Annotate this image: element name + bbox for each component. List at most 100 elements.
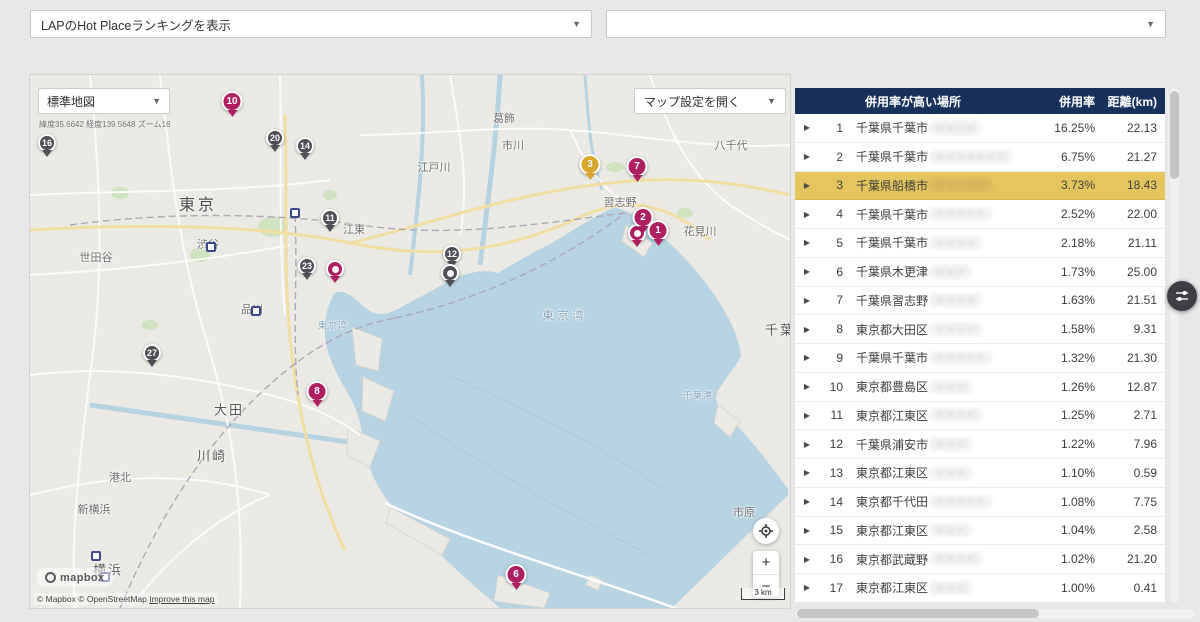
pin-marker-icon: 6: [506, 564, 527, 585]
row-distance: 7.75: [1095, 495, 1165, 509]
table-row[interactable]: ▶9千葉県千葉市〇〇〇〇〇〇1.32%21.30: [795, 344, 1165, 373]
table-row[interactable]: ▶11東京都江東区〇〇〇〇〇1.25%2.71: [795, 402, 1165, 431]
table-vertical-scrollbar[interactable]: [1170, 88, 1179, 603]
pin-marker-icon: 1: [648, 220, 669, 241]
table-row[interactable]: ▶14東京都千代田〇〇〇〇〇〇1.08%7.75: [795, 488, 1165, 517]
row-rate: 1.00%: [1031, 581, 1095, 595]
map-marker-16[interactable]: 16: [38, 134, 56, 157]
marker-tail: [632, 240, 642, 247]
row-expand-arrow[interactable]: ▶: [795, 267, 819, 276]
row-expand-arrow[interactable]: ▶: [795, 353, 819, 362]
table-row[interactable]: ▶16東京都武蔵野〇〇〇〇〇1.02%21.20: [795, 545, 1165, 574]
zoom-in-button[interactable]: +: [753, 551, 779, 574]
row-expand-arrow[interactable]: ▶: [795, 497, 819, 506]
map-style-select[interactable]: 標準地図 ▼: [38, 88, 170, 114]
secondary-select[interactable]: ▼: [606, 10, 1166, 38]
row-place: 東京都武蔵野〇〇〇〇〇: [843, 551, 1031, 568]
row-expand-arrow[interactable]: ▶: [795, 440, 819, 449]
map-marker-11[interactable]: 11: [321, 209, 339, 232]
row-place-masked: 〇〇〇〇: [930, 264, 970, 280]
table-row[interactable]: ▶8東京都大田区〇〇〇〇〇1.58%9.31: [795, 315, 1165, 344]
row-expand-arrow[interactable]: ▶: [795, 210, 819, 219]
row-rate: 1.32%: [1031, 351, 1095, 365]
geolocate-button[interactable]: [753, 518, 779, 544]
table-body: ▶1千葉県千葉市〇〇〇〇〇16.25%22.13▶2千葉県千葉市〇〇〇〇〇〇〇〇…: [795, 114, 1165, 603]
table-row[interactable]: ▶4千葉県千葉市〇〇〇〇〇〇2.52%22.00: [795, 200, 1165, 229]
map-marker-dot[interactable]: [441, 264, 459, 287]
map-marker-8[interactable]: 8: [307, 381, 328, 407]
ranking-mode-select-value: LAPのHot Placeランキングを表示: [41, 15, 231, 34]
row-distance: 21.20: [1095, 552, 1165, 566]
row-rank: 17: [819, 581, 843, 595]
marker-tail: [302, 273, 312, 280]
map-canvas[interactable]: [30, 75, 790, 608]
table-row[interactable]: ▶10東京都豊島区〇〇〇〇1.26%12.87: [795, 373, 1165, 402]
panel-options-fab[interactable]: [1167, 281, 1197, 311]
map-container[interactable]: 東京千葉葛飾市川八千代江戸川江東習志野花見川世田谷渋谷品川大田川崎港北新横浜横浜…: [30, 75, 790, 608]
row-place-masked: 〇〇〇〇〇: [930, 551, 980, 567]
map-scale-bar: 3 km: [741, 588, 785, 600]
map-marker-27[interactable]: 27: [143, 344, 161, 367]
map-marker-7[interactable]: 7: [627, 156, 648, 182]
row-expand-arrow[interactable]: ▶: [795, 238, 819, 247]
row-expand-arrow[interactable]: ▶: [795, 583, 819, 592]
table-row[interactable]: ▶13東京都江東区〇〇〇〇1.10%0.59: [795, 459, 1165, 488]
map-marker-dot[interactable]: [326, 260, 344, 283]
improve-map-link[interactable]: Improve this map: [149, 594, 214, 604]
row-rank: 5: [819, 236, 843, 250]
vertical-scrollbar-thumb[interactable]: [1170, 91, 1179, 179]
row-expand-arrow[interactable]: ▶: [795, 526, 819, 535]
row-distance: 2.58: [1095, 523, 1165, 537]
row-place-visible: 千葉県千葉市: [856, 148, 928, 165]
map-marker-14[interactable]: 14: [296, 137, 314, 160]
row-expand-arrow[interactable]: ▶: [795, 382, 819, 391]
row-rate: 1.58%: [1031, 322, 1095, 336]
marker-tail: [585, 173, 595, 180]
table-row[interactable]: ▶3千葉県船橋市〇〇〇〇〇〇3.73%18.43: [795, 172, 1165, 201]
row-expand-arrow[interactable]: ▶: [795, 152, 819, 161]
horizontal-scrollbar-thumb[interactable]: [797, 609, 1039, 618]
row-distance: 22.00: [1095, 207, 1165, 221]
row-place: 千葉県習志野〇〇〇〇〇: [843, 292, 1031, 309]
map-marker-10[interactable]: 10: [222, 91, 243, 117]
row-expand-arrow[interactable]: ▶: [795, 181, 819, 190]
row-distance: 21.27: [1095, 150, 1165, 164]
sliders-icon: [1175, 289, 1189, 303]
table-row[interactable]: ▶1千葉県千葉市〇〇〇〇〇16.25%22.13: [795, 114, 1165, 143]
row-expand-arrow[interactable]: ▶: [795, 411, 819, 420]
map-settings-button[interactable]: マップ設定を開く ▼: [634, 88, 786, 114]
map-marker-1[interactable]: 1: [648, 220, 669, 246]
table-row[interactable]: ▶6千葉県木更津〇〇〇〇1.73%25.00: [795, 258, 1165, 287]
row-rank: 4: [819, 207, 843, 221]
row-place: 東京都大田区〇〇〇〇〇: [843, 321, 1031, 338]
row-place-masked: 〇〇〇〇: [930, 379, 970, 395]
map-marker-23[interactable]: 23: [298, 257, 316, 280]
row-rate: 6.75%: [1031, 150, 1095, 164]
table-row[interactable]: ▶17東京都江東区〇〇〇〇1.00%0.41: [795, 574, 1165, 603]
marker-tail: [511, 583, 521, 590]
pin-center-dot: [332, 266, 339, 273]
pin-marker-icon: 10: [222, 91, 243, 112]
map-marker-20[interactable]: 20: [266, 129, 284, 152]
table-horizontal-scrollbar[interactable]: [795, 609, 1195, 618]
table-row[interactable]: ▶12千葉県浦安市〇〇〇〇1.22%7.96: [795, 430, 1165, 459]
row-rate: 1.73%: [1031, 265, 1095, 279]
mapbox-logo[interactable]: mapbox: [36, 568, 114, 587]
map-marker-6[interactable]: 6: [506, 564, 527, 590]
map-marker-3[interactable]: 3: [580, 154, 601, 180]
table-row[interactable]: ▶5千葉県千葉市〇〇〇〇〇2.18%21.11: [795, 229, 1165, 258]
row-expand-arrow[interactable]: ▶: [795, 468, 819, 477]
row-distance: 21.11: [1095, 236, 1165, 250]
marker-tail: [42, 150, 52, 157]
row-expand-arrow[interactable]: ▶: [795, 296, 819, 305]
row-expand-arrow[interactable]: ▶: [795, 123, 819, 132]
row-expand-arrow[interactable]: ▶: [795, 325, 819, 334]
table-row[interactable]: ▶7千葉県習志野〇〇〇〇〇1.63%21.51: [795, 287, 1165, 316]
ranking-mode-select[interactable]: LAPのHot Placeランキングを表示 ▼: [30, 10, 592, 38]
row-place-visible: 千葉県木更津: [856, 263, 928, 280]
table-row[interactable]: ▶2千葉県千葉市〇〇〇〇〇〇〇〇6.75%21.27: [795, 143, 1165, 172]
row-expand-arrow[interactable]: ▶: [795, 555, 819, 564]
row-place: 千葉県千葉市〇〇〇〇〇: [843, 119, 1031, 136]
table-row[interactable]: ▶15東京都江東区〇〇〇〇1.04%2.58: [795, 517, 1165, 546]
row-rate: 1.02%: [1031, 552, 1095, 566]
